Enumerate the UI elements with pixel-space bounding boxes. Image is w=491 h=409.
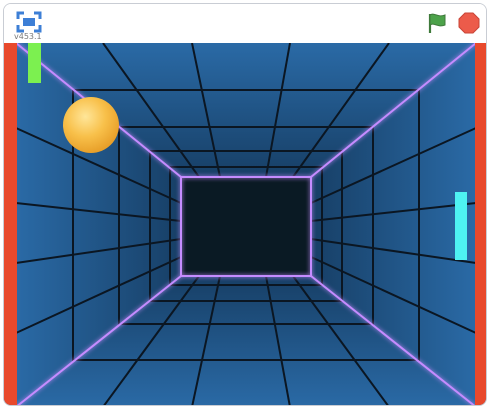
tunnel-scene xyxy=(4,43,486,405)
game-stage[interactable] xyxy=(4,43,486,405)
tunnel-end xyxy=(181,177,311,276)
stage-header: v453.1 xyxy=(4,4,486,43)
version-label: v453.1 xyxy=(14,32,42,41)
left-wall xyxy=(4,43,17,405)
ball xyxy=(63,97,119,153)
stage-window: v453.1 xyxy=(3,3,487,406)
right-paddle[interactable] xyxy=(455,192,467,260)
fullscreen-icon[interactable] xyxy=(16,11,42,33)
stop-icon[interactable] xyxy=(458,12,480,34)
left-paddle[interactable] xyxy=(28,43,41,83)
right-wall xyxy=(475,43,486,405)
green-flag-icon[interactable] xyxy=(426,12,448,34)
